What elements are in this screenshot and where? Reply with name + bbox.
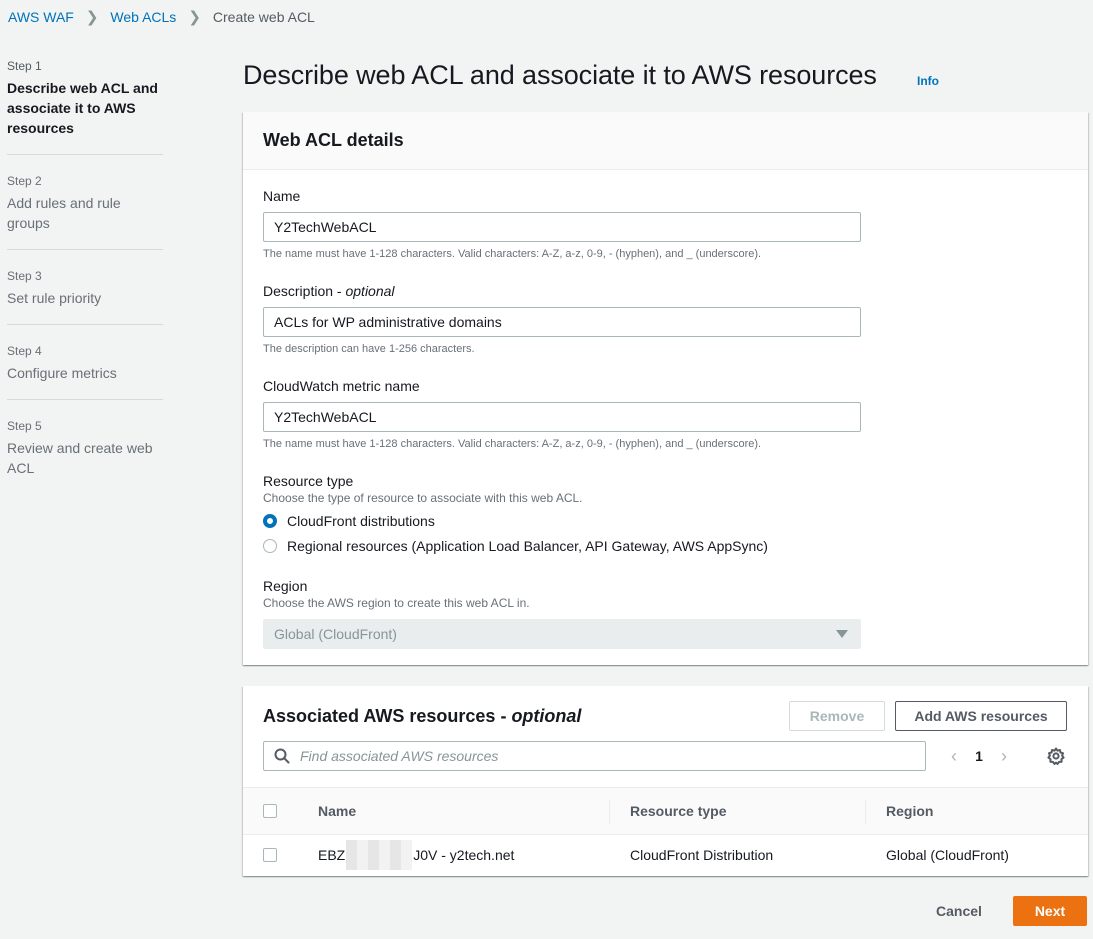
search-box: [263, 741, 926, 771]
web-acl-details-panel: Web ACL details Name The name must have …: [243, 112, 1088, 665]
column-name[interactable]: Name: [298, 788, 610, 834]
chevron-right-icon: ❯: [188, 9, 201, 26]
region-label: Region: [263, 578, 308, 594]
select-all-cell: [243, 804, 298, 818]
gear-icon[interactable]: [1046, 746, 1066, 766]
step-title: Review and create web ACL: [7, 440, 153, 476]
breadcrumb-aws-waf[interactable]: AWS WAF: [8, 9, 74, 25]
description-hint: The description can have 1-256 character…: [263, 343, 475, 355]
region-select: Global (CloudFront): [263, 619, 861, 649]
row-name: EBZ J0V - y2tech.net: [298, 835, 610, 875]
associated-resources-panel: Associated AWS resources - optional Remo…: [243, 686, 1088, 876]
row-name-prefix: EBZ: [318, 847, 346, 863]
radio-unselected-icon[interactable]: [263, 538, 277, 553]
step-number: Step 4: [7, 344, 42, 358]
column-resource-type[interactable]: Resource type: [610, 788, 866, 834]
breadcrumb-web-acls[interactable]: Web ACLs: [110, 9, 176, 25]
row-checkbox[interactable]: [263, 848, 277, 862]
caret-down-icon: [836, 630, 848, 638]
info-link[interactable]: Info: [917, 74, 939, 88]
table-row[interactable]: EBZ J0V - y2tech.net CloudFront Distribut…: [243, 835, 1088, 875]
page-number[interactable]: 1: [965, 748, 993, 764]
select-all-checkbox[interactable]: [263, 804, 277, 818]
step-title: Configure metrics: [7, 365, 117, 381]
step-3: Step 3 Set rule priority: [7, 268, 163, 325]
metric-hint: The name must have 1-128 characters. Val…: [263, 438, 762, 450]
resources-table: Name Resource type Region EBZ J0V - y2tec…: [243, 787, 1088, 875]
add-aws-resources-button[interactable]: Add AWS resources: [895, 701, 1067, 731]
breadcrumb-current: Create web ACL: [212, 9, 315, 25]
row-check-cell: [243, 848, 298, 862]
search-input[interactable]: [300, 748, 900, 764]
step-4: Step 4 Configure metrics: [7, 343, 163, 400]
name-input[interactable]: [263, 212, 861, 242]
wizard-steps: Step 1 Describe web ACL and associate it…: [7, 58, 163, 512]
step-number: Step 2: [7, 174, 42, 188]
chevron-right-icon[interactable]: ›: [993, 746, 1015, 767]
associated-title-text: Associated AWS resources: [263, 706, 496, 726]
optional-tag: optional: [345, 283, 395, 299]
breadcrumb: AWS WAF ❯ Web ACLs ❯ Create web ACL: [8, 7, 315, 27]
panel-title: Web ACL details: [263, 130, 404, 150]
row-resource-type: CloudFront Distribution: [630, 847, 774, 863]
name-hint: The name must have 1-128 characters. Val…: [263, 248, 762, 260]
next-button[interactable]: Next: [1013, 896, 1087, 926]
radio-regional[interactable]: Regional resources (Application Load Bal…: [263, 533, 768, 558]
radio-cloudfront[interactable]: CloudFront distributions: [263, 508, 768, 533]
region-description: Choose the AWS region to create this web…: [263, 596, 530, 610]
step-title: Set rule priority: [7, 290, 102, 306]
pagination: ‹ 1 ›: [943, 746, 1015, 766]
chevron-right-icon: ❯: [85, 9, 99, 26]
row-name-suffix: J0V - y2tech.net: [413, 847, 515, 863]
radio-label: Regional resources (Application Load Bal…: [287, 537, 768, 554]
region-value: Global (CloudFront): [274, 626, 397, 642]
resource-type-label: Resource type: [263, 473, 354, 489]
radio-selected-icon[interactable]: [263, 513, 277, 528]
metric-field-group: CloudWatch metric name The name must hav…: [263, 376, 861, 451]
name-label: Name: [263, 188, 301, 204]
step-number: Step 1: [7, 59, 42, 73]
description-label: Description - optional: [263, 283, 395, 299]
chevron-left-icon[interactable]: ‹: [943, 746, 965, 767]
row-region: Global (CloudFront): [886, 847, 1009, 863]
optional-tag: optional: [511, 706, 582, 726]
resource-type-group: Resource type Choose the type of resourc…: [263, 471, 768, 558]
associated-resources-title: Associated AWS resources - optional: [263, 706, 582, 726]
step-2: Step 2 Add rules and rule groups: [7, 173, 163, 250]
step-1: Step 1 Describe web ACL and associate it…: [7, 58, 163, 155]
region-group: Region Choose the AWS region to create t…: [263, 576, 861, 649]
radio-label: CloudFront distributions: [287, 512, 435, 529]
metric-label: CloudWatch metric name: [263, 378, 420, 394]
resource-type-description: Choose the type of resource to associate…: [263, 491, 583, 505]
step-title: Add rules and rule groups: [7, 195, 121, 231]
description-input[interactable]: [263, 307, 861, 337]
step-title: Describe web ACL and associate it to AWS…: [7, 80, 158, 136]
metric-name-input[interactable]: [263, 402, 861, 432]
cancel-button[interactable]: Cancel: [919, 896, 999, 926]
description-field-group: Description - optional The description c…: [263, 281, 861, 356]
step-number: Step 3: [7, 269, 42, 283]
table-header: Name Resource type Region: [243, 787, 1088, 835]
column-region[interactable]: Region: [866, 788, 1088, 834]
redacted-block: [346, 840, 413, 870]
description-label-text: Description: [263, 283, 334, 299]
step-number: Step 5: [7, 419, 42, 433]
name-field-group: Name The name must have 1-128 characters…: [263, 186, 861, 261]
remove-button[interactable]: Remove: [789, 701, 885, 731]
panel-header: Web ACL details: [243, 112, 1088, 170]
page-title: Describe web ACL and associate it to AWS…: [243, 60, 877, 90]
search-icon: [274, 748, 290, 764]
step-5: Step 5 Review and create web ACL: [7, 418, 163, 494]
